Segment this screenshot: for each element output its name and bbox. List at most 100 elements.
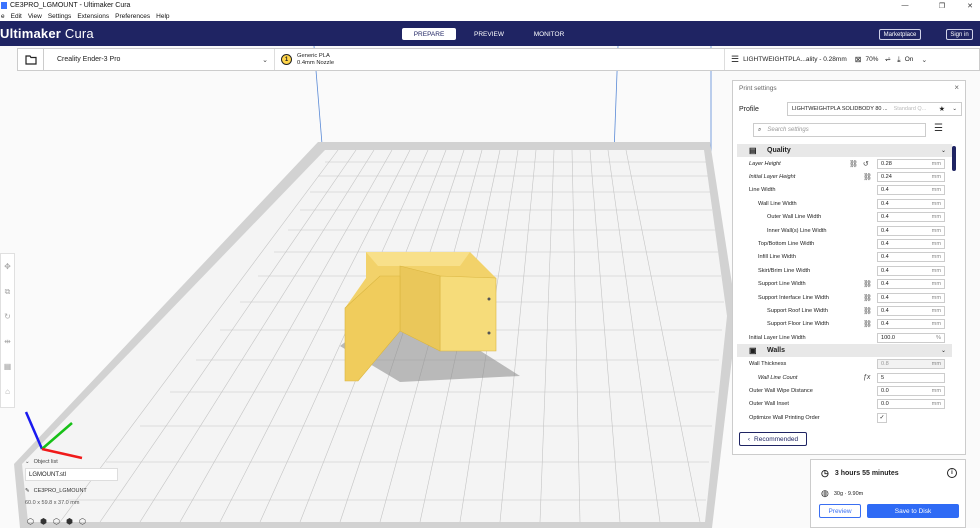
setting-label: Optimize Wall Printing Order — [749, 414, 820, 421]
setting-value-input[interactable]: 0.4 mm — [877, 239, 945, 250]
profile-standard: Standard Q... — [893, 106, 927, 112]
setting-label: Support Roof Line Width — [767, 307, 828, 314]
setting-label: Wall Thickness — [749, 361, 787, 368]
adhesion-icon: ⤓ — [897, 54, 901, 64]
per-model-settings-icon[interactable]: ▦ — [4, 354, 12, 379]
mirror-tool-icon[interactable]: ⇹ — [4, 329, 11, 354]
link-icon[interactable]: ⛓ — [863, 308, 872, 315]
minimize-button[interactable]: — — [895, 0, 915, 11]
setting-value-input[interactable]: 0.24 mm — [877, 172, 945, 183]
category-walls[interactable]: ▣ Walls ⌄ — [737, 344, 952, 358]
setting-label: Layer Height — [749, 160, 781, 167]
link-icon[interactable]: ⛓ — [863, 321, 872, 328]
support-icon: ⩫ — [884, 55, 892, 64]
setting-row: Optimize Wall Printing Order ✓ — [737, 411, 952, 424]
setting-value-input[interactable]: 0.4 mm — [877, 212, 945, 223]
setting-label: Skirt/Brim Line Width — [758, 267, 811, 274]
move-tool-icon[interactable]: ✥ — [4, 254, 11, 279]
setting-value-input[interactable]: 0.8 mm — [877, 359, 945, 370]
settings-list[interactable]: ▤ Quality ⌄ Layer Height ⛓ ↺ 0.28 mm Initial Lay… — [737, 144, 952, 426]
preview-button[interactable]: Preview — [819, 504, 861, 518]
setting-row: Infill Line Width 0.4 mm — [737, 251, 952, 264]
function-icon[interactable]: ƒx — [863, 374, 870, 381]
link-icon[interactable]: ⛓ — [863, 174, 872, 181]
setting-value-input[interactable]: 0.4 mm — [877, 225, 945, 236]
menu-file[interactable]: e — [1, 13, 5, 20]
save-to-disk-button[interactable]: Save to Disk — [867, 504, 959, 518]
restore-button[interactable]: ❐ — [932, 0, 952, 11]
setting-value-input[interactable]: 5 — [877, 372, 945, 383]
settings-visibility-menu-icon[interactable]: ☰ — [934, 123, 943, 134]
object-dimensions: 60.0 x 59.8 x 37.0 mm — [25, 500, 80, 506]
setting-row: Top/Bottom Line Width 0.4 mm — [737, 237, 952, 250]
setting-value-input[interactable]: 0.0 mm — [877, 385, 945, 396]
setting-icons: ⛓ — [849, 280, 872, 288]
top-view-icon[interactable]: ⬡ — [53, 517, 60, 526]
link-icon[interactable]: ⛓ — [863, 281, 872, 288]
tab-monitor[interactable]: MONITOR — [522, 28, 576, 40]
settings-scrollbar[interactable] — [952, 146, 956, 171]
printer-selector[interactable]: Creality Ender-3 Pro ⌄ — [49, 49, 274, 70]
setting-value-input[interactable]: 0.4 mm — [877, 252, 945, 263]
scale-tool-icon[interactable]: ⧉ — [5, 279, 11, 304]
setting-label: Support Line Width — [758, 281, 806, 288]
setting-value-input[interactable]: 0.4 mm — [877, 279, 945, 290]
chevron-down-icon: ⌄ — [940, 348, 946, 355]
cura-app-icon — [1, 2, 7, 9]
setting-row: Inner Wall(s) Line Width 0.4 mm — [737, 224, 952, 237]
menu-view[interactable]: View — [28, 13, 42, 20]
category-quality[interactable]: ▤ Quality ⌄ — [737, 144, 952, 157]
material-selector[interactable]: 1 Generic PLA 0.4mm Nozzle — [274, 49, 724, 70]
rotate-tool-icon[interactable]: ↻ — [4, 304, 11, 329]
setting-value-input[interactable]: 0.4 mm — [877, 292, 945, 303]
menu-settings[interactable]: Settings — [48, 13, 72, 20]
tab-prepare[interactable]: PREPARE — [402, 28, 456, 40]
chevron-down-icon: ⌄ — [262, 56, 268, 64]
open-file-button[interactable] — [18, 49, 44, 70]
front-view-icon[interactable]: ⬢ — [40, 517, 47, 526]
close-panel-icon[interactable]: × — [954, 83, 959, 92]
right-view-icon[interactable]: ⬡ — [79, 517, 86, 526]
link-icon[interactable]: ⛓ — [863, 295, 872, 302]
menu-help[interactable]: Help — [156, 13, 169, 20]
setting-value-input[interactable]: 0.4 mm — [877, 185, 945, 196]
setting-label: Initial Layer Height — [749, 174, 796, 181]
object-file-entry[interactable]: LGMOUNT.stl — [25, 468, 118, 481]
sign-in-button[interactable]: Sign in — [946, 29, 973, 40]
close-window-button[interactable]: ✕ — [960, 0, 980, 11]
tab-preview[interactable]: PREVIEW — [462, 28, 516, 40]
menu-extensions[interactable]: Extensions — [77, 13, 109, 20]
setting-value-input[interactable]: 0.28 mm — [877, 158, 945, 169]
setting-value-input[interactable]: 100.0% — [877, 332, 945, 343]
setting-value-input[interactable]: 0.0 mm — [877, 399, 945, 410]
support-blocker-icon[interactable]: ⌂ — [5, 379, 10, 404]
object-list-toggle[interactable]: ⌄ Object list — [25, 459, 145, 465]
setting-value-input[interactable]: 0.4 mm — [877, 319, 945, 330]
profile-selector[interactable]: LIGHTWEIGHTPLA SOLIDBODY 80 ... Standard… — [787, 102, 962, 116]
reset-icon[interactable]: ↺ — [863, 161, 869, 168]
3d-view-icon[interactable]: ⬡ — [27, 517, 34, 526]
menu-preferences[interactable]: Preferences — [115, 13, 150, 20]
support-value: On — [904, 56, 914, 63]
profile-value: LIGHTWEIGHTPLA SOLIDBODY 80 ... — [792, 106, 888, 112]
setting-label: Wall Line Count — [758, 374, 798, 381]
setting-value-input[interactable]: 0.4 mm — [877, 198, 945, 209]
marketplace-button[interactable]: Marketplace — [879, 29, 921, 40]
setting-icons: ƒx — [849, 374, 870, 381]
setting-value-input[interactable]: 0.4 mm — [877, 305, 945, 316]
chevron-left-icon: ‹ — [747, 435, 751, 443]
setting-row: Support Interface Line Width ⛓ 0.4 mm — [737, 291, 952, 304]
search-settings-input[interactable]: ⌕ Search settings — [753, 123, 926, 137]
edit-icon: ✎ — [25, 488, 30, 494]
setting-row: Support Floor Line Width ⛓ 0.4 mm — [737, 318, 952, 331]
setting-checkbox[interactable]: ✓ — [877, 412, 887, 423]
star-icon[interactable]: ★ — [939, 105, 945, 113]
link-icon[interactable]: ⛓ — [849, 161, 858, 168]
menu-edit[interactable]: Edit — [11, 13, 22, 20]
print-settings-summary[interactable]: ☰ LIGHTWEIGHTPLA...ality - 0.28mm ⊠ 70% … — [724, 49, 980, 70]
recommended-button[interactable]: ‹ Recommended — [739, 432, 807, 446]
left-view-icon[interactable]: ⬢ — [66, 517, 73, 526]
info-icon[interactable]: i — [947, 468, 957, 478]
setting-row: Outer Wall Inset 0.0 mm — [737, 398, 952, 411]
setting-value-input[interactable]: 0.4 mm — [877, 265, 945, 276]
